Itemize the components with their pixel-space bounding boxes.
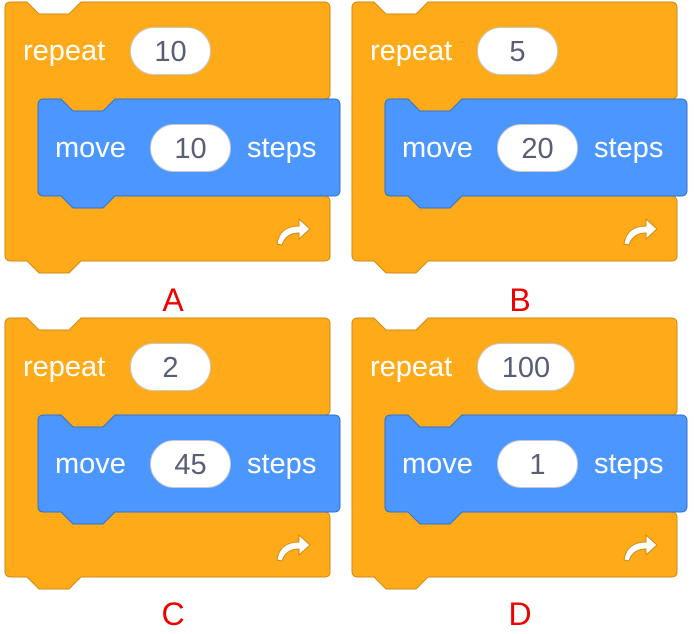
move-keyword: move [55,132,126,164]
steps-value-field[interactable]: 45 [150,440,231,488]
option-c: repeat 2 move 45 steps C [4,317,345,634]
move-keyword: move [402,448,473,480]
move-keyword: move [402,132,473,164]
repeat-count-field[interactable]: 10 [130,27,211,75]
steps-keyword: steps [247,132,317,164]
option-letter: D [508,596,532,632]
loop-arrow-icon [276,533,311,562]
repeat-keyword: repeat [23,35,106,67]
option-a: repeat 10 move 10 steps A [4,1,345,318]
steps-value-field[interactable]: 1 [497,440,578,488]
steps-value-field[interactable]: 20 [497,124,578,172]
option-b: repeat 5 move 20 steps B [351,1,692,318]
loop-arrow-icon [623,533,658,562]
steps-keyword: steps [247,448,317,480]
option-letter: B [509,282,531,318]
repeat-keyword: repeat [23,351,106,383]
steps-keyword: steps [594,448,664,480]
option-d: repeat 100 move 1 steps D [351,317,692,634]
repeat-count-field[interactable]: 5 [477,27,558,75]
repeat-count-field[interactable]: 100 [477,343,575,391]
repeat-count-field[interactable]: 2 [130,343,211,391]
option-letter: C [161,596,185,632]
option-letter: A [162,282,184,318]
loop-arrow-icon [623,217,658,246]
steps-value-field[interactable]: 10 [150,124,231,172]
loop-arrow-icon [276,217,311,246]
repeat-keyword: repeat [370,351,453,383]
move-keyword: move [55,448,126,480]
steps-keyword: steps [594,132,664,164]
repeat-keyword: repeat [370,35,453,67]
